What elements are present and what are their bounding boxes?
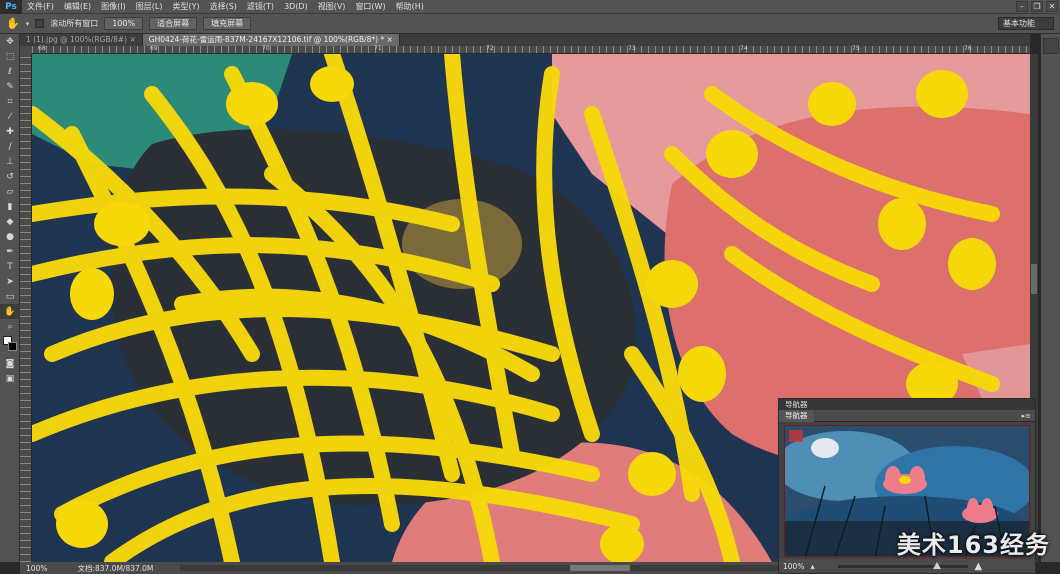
menu-window[interactable]: 窗口(W): [350, 0, 390, 14]
ruler-tick: 68: [38, 45, 46, 52]
status-doc-info[interactable]: 文档:837.0M/837.0M: [77, 563, 153, 574]
ruler-tick: 72: [486, 45, 494, 52]
type-tool-icon[interactable]: T: [0, 259, 20, 274]
blur-tool-icon[interactable]: ◆: [0, 214, 20, 229]
shape-tool-icon[interactable]: ▭: [0, 289, 20, 304]
ruler-tick: 71: [374, 45, 382, 52]
lasso-tool-icon[interactable]: ℓ: [0, 64, 20, 79]
restore-button[interactable]: ❐: [1031, 1, 1043, 12]
toolbox: ✥ ⬚ ℓ ✎ ⌗ ⁄ ✚ ∕ ⊥ ↺ ▱ ▮ ◆ ● ✒ T ➤ ▭ ✋ ⌕ …: [0, 34, 20, 562]
menu-layer[interactable]: 图层(L): [131, 0, 168, 14]
navigator-title-bar[interactable]: 导航器: [779, 399, 1035, 410]
zoom-in-icon[interactable]: ▲: [974, 561, 982, 572]
menu-help[interactable]: 帮助(H): [391, 0, 429, 14]
ruler-tick: 73: [628, 45, 636, 52]
stamp-tool-icon[interactable]: ⊥: [0, 154, 20, 169]
path-select-tool-icon[interactable]: ➤: [0, 274, 20, 289]
panel-menu-icon[interactable]: ▸≡: [1022, 412, 1031, 420]
horizontal-ruler[interactable]: 68 69 70 71 72 73 74 75 76: [32, 45, 1030, 54]
menu-file[interactable]: 文件(F): [22, 0, 59, 14]
navigator-header: 导航器: [779, 409, 1035, 422]
ruler-origin[interactable]: [20, 46, 32, 54]
fill-screen-button[interactable]: 填充屏幕: [203, 17, 252, 30]
navigator-zoom-bar: 100% ▴ ▲: [779, 559, 1035, 573]
panel-collapsed-icon[interactable]: [1043, 38, 1059, 54]
dodge-tool-icon[interactable]: ●: [0, 229, 20, 244]
navigator-zoom-value[interactable]: 100%: [783, 562, 804, 571]
brush-tool-icon[interactable]: ∕: [0, 139, 20, 154]
quick-select-tool-icon[interactable]: ✎: [0, 79, 20, 94]
menu-3d[interactable]: 3D(D): [279, 0, 313, 14]
menu-image[interactable]: 图像(I): [96, 0, 131, 14]
tab-close-icon[interactable]: ×: [129, 35, 135, 44]
vertical-scroll-thumb[interactable]: [1031, 264, 1037, 294]
close-button[interactable]: ✕: [1046, 1, 1058, 12]
hand-tool-icon[interactable]: ✋: [0, 304, 20, 319]
ruler-tick: 74: [740, 45, 748, 52]
screen-mode-icon[interactable]: ▣: [0, 371, 20, 386]
healing-tool-icon[interactable]: ✚: [0, 124, 20, 139]
menu-filter[interactable]: 滤镜(T): [242, 0, 279, 14]
gradient-tool-icon[interactable]: ▮: [0, 199, 20, 214]
navigator-title: 导航器: [785, 400, 808, 409]
menu-edit[interactable]: 编辑(E): [59, 0, 96, 14]
scroll-all-windows-checkbox[interactable]: [35, 19, 45, 28]
fit-screen-button[interactable]: 适合屏幕: [149, 17, 198, 30]
eyedropper-tool-icon[interactable]: ⁄: [0, 109, 20, 124]
history-brush-tool-icon[interactable]: ↺: [0, 169, 20, 184]
options-bar: ✋ ▾ 滚动所有窗口 100% 适合屏幕 填充屏幕 基本功能: [0, 14, 1060, 34]
quick-mask-icon[interactable]: ◙: [0, 356, 20, 371]
menu-type[interactable]: 类型(Y): [167, 0, 204, 14]
tab-close-icon[interactable]: ×: [387, 35, 393, 44]
hand-icon[interactable]: ✋: [6, 17, 20, 30]
status-bar: 100% 文档:837.0M/837.0M: [20, 562, 780, 574]
document-tab-bar: 1 (1).jpg @ 100%(RGB/8#) × GH0424-荷花-雷运雨…: [20, 34, 1030, 46]
zoom-tool-icon[interactable]: ⌕: [0, 319, 20, 334]
workspace-select[interactable]: 基本功能: [998, 17, 1054, 30]
ruler-tick: 76: [964, 45, 972, 52]
move-tool-icon[interactable]: ✥: [0, 34, 20, 49]
menu-select[interactable]: 选择(S): [205, 0, 242, 14]
tab-navigator[interactable]: 导航器: [779, 409, 814, 422]
zoom-out-icon[interactable]: ▴: [810, 562, 814, 571]
photoshop-logo: Ps: [0, 0, 22, 14]
color-swatch-icon[interactable]: [0, 334, 20, 356]
watermark: 美术163经务: [896, 531, 1050, 559]
tab-label: 1 (1).jpg @ 100%(RGB/8#): [26, 35, 128, 44]
marquee-tool-icon[interactable]: ⬚: [0, 49, 20, 64]
tab-document-2[interactable]: GH0424-荷花-雷运雨-837M-24167X12106.tif @ 100…: [142, 34, 400, 46]
menu-bar: Ps 文件(F) 编辑(E) 图像(I) 图层(L) 类型(Y) 选择(S) 滤…: [0, 0, 1060, 14]
pen-tool-icon[interactable]: ✒: [0, 244, 20, 259]
menu-view[interactable]: 视图(V): [313, 0, 351, 14]
zoom-100-button[interactable]: 100%: [104, 17, 144, 30]
horizontal-scroll-thumb[interactable]: [570, 565, 630, 571]
ruler-tick: 70: [262, 45, 270, 52]
window-controls: – ❐ ✕: [1016, 1, 1058, 12]
ruler-tick: 69: [150, 45, 158, 52]
vertical-ruler[interactable]: [20, 54, 32, 562]
crop-tool-icon[interactable]: ⌗: [0, 94, 20, 109]
horizontal-scrollbar[interactable]: [180, 565, 780, 571]
scroll-all-windows-label: 滚动所有窗口: [50, 19, 99, 28]
tool-preset-chevron-icon[interactable]: ▾: [26, 20, 30, 28]
eraser-tool-icon[interactable]: ▱: [0, 184, 20, 199]
panel-dock: [1040, 34, 1060, 562]
minimize-button[interactable]: –: [1016, 1, 1028, 12]
navigator-zoom-slider[interactable]: [838, 561, 969, 569]
zoom-slider-knob[interactable]: [933, 561, 942, 569]
status-zoom[interactable]: 100%: [26, 564, 47, 573]
ruler-tick: 75: [852, 45, 860, 52]
tab-label: GH0424-荷花-雷运雨-837M-24167X12106.tif @ 100…: [148, 35, 385, 44]
